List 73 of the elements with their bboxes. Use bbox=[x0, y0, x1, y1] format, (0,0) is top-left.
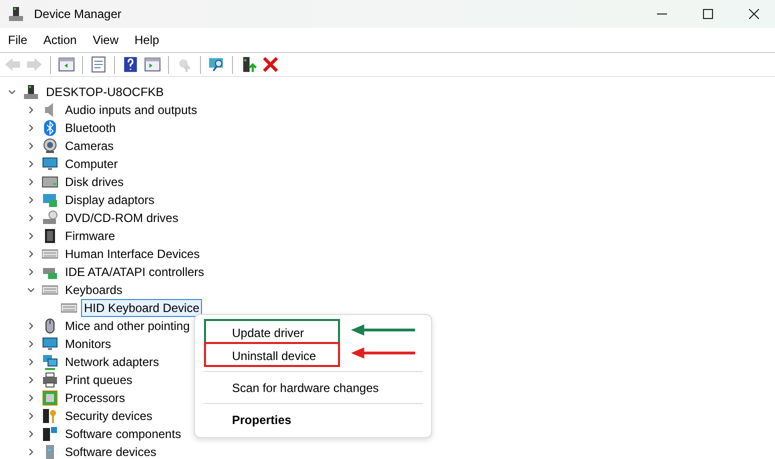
chevron-icon[interactable] bbox=[26, 267, 36, 277]
menu-item[interactable]: Scan for hardware changes bbox=[232, 380, 379, 394]
chevron-icon[interactable] bbox=[26, 177, 36, 187]
tree-item[interactable]: IDE ATA/ATAPI controllers bbox=[62, 263, 208, 281]
tree-item[interactable]: Software components bbox=[62, 425, 184, 443]
chevron-icon[interactable] bbox=[26, 195, 36, 205]
panel-icon[interactable] bbox=[144, 56, 161, 73]
menu-item[interactable]: View bbox=[84, 33, 126, 47]
drive-icon bbox=[42, 174, 58, 190]
tree-item[interactable]: Audio inputs and outputs bbox=[62, 101, 200, 119]
tree-item[interactable]: Processors bbox=[62, 389, 128, 407]
chevron-icon[interactable] bbox=[26, 375, 36, 385]
tree-item[interactable]: DVD/CD-ROM drives bbox=[62, 209, 182, 227]
tree-item[interactable]: Display adaptors bbox=[62, 191, 158, 209]
chevron-icon[interactable] bbox=[26, 339, 36, 349]
key-icon bbox=[42, 408, 58, 424]
panel-icon[interactable] bbox=[58, 56, 75, 73]
camera-icon bbox=[42, 138, 58, 154]
chevron-icon[interactable] bbox=[26, 231, 36, 241]
chip-icon bbox=[42, 228, 58, 244]
monitor-search-icon[interactable] bbox=[208, 56, 225, 73]
chevron-icon[interactable] bbox=[26, 141, 36, 151]
chevron-icon[interactable] bbox=[7, 87, 17, 97]
menu-item[interactable]: File bbox=[0, 33, 36, 47]
app-icon bbox=[8, 6, 24, 22]
tree-item[interactable]: Monitors bbox=[62, 335, 114, 353]
bluetooth-icon bbox=[42, 120, 58, 136]
window-title: Device Manager bbox=[34, 7, 122, 21]
tree-item[interactable]: Network adapters bbox=[62, 353, 162, 371]
tree-item[interactable]: HID Keyboard Device bbox=[81, 299, 202, 317]
chevron-icon[interactable] bbox=[26, 393, 36, 403]
update-driver-icon[interactable] bbox=[240, 56, 257, 73]
chevron-icon[interactable] bbox=[26, 123, 36, 133]
maximize-icon[interactable] bbox=[703, 9, 713, 19]
tree-item[interactable]: Print queues bbox=[62, 371, 136, 389]
delete-icon[interactable] bbox=[262, 56, 279, 73]
chevron-icon[interactable] bbox=[26, 159, 36, 169]
close-icon[interactable] bbox=[749, 9, 759, 19]
tree-item[interactable]: Keyboards bbox=[62, 281, 126, 299]
help-icon[interactable] bbox=[122, 56, 139, 73]
chevron-icon[interactable] bbox=[26, 105, 36, 115]
monitor-icon bbox=[42, 156, 58, 172]
chevron-icon[interactable] bbox=[26, 321, 36, 331]
chevron-icon[interactable] bbox=[26, 447, 36, 457]
printer-icon bbox=[42, 372, 58, 388]
display-card-icon bbox=[42, 192, 58, 208]
tree-item[interactable]: Bluetooth bbox=[62, 119, 119, 137]
menu-item[interactable]: Update driver bbox=[232, 326, 304, 340]
tree-item[interactable]: Human Interface Devices bbox=[62, 245, 203, 263]
chevron-icon[interactable] bbox=[26, 411, 36, 421]
tree-item[interactable]: Mice and other pointing bbox=[62, 317, 193, 335]
tree-item[interactable]: Security devices bbox=[62, 407, 156, 425]
tree-item[interactable]: Software devices bbox=[62, 443, 160, 459]
chevron-icon[interactable] bbox=[26, 213, 36, 223]
menu-item[interactable]: Help bbox=[126, 33, 168, 47]
menu-item[interactable]: Action bbox=[35, 33, 85, 47]
disc-drive-icon bbox=[42, 210, 58, 226]
menu-item[interactable]: Properties bbox=[232, 412, 292, 426]
chevron-icon[interactable] bbox=[26, 429, 36, 439]
tree-item[interactable]: Firmware bbox=[62, 227, 118, 245]
chevron-icon[interactable] bbox=[26, 357, 36, 367]
chevron-icon[interactable] bbox=[26, 249, 36, 259]
chevron-icon[interactable] bbox=[26, 285, 36, 295]
processor-icon bbox=[42, 390, 58, 406]
menu-item[interactable]: Uninstall device bbox=[232, 348, 316, 362]
monitor-icon bbox=[42, 336, 58, 352]
tree-item[interactable]: Cameras bbox=[62, 137, 117, 155]
network-icon bbox=[42, 354, 58, 370]
properties-icon[interactable] bbox=[90, 56, 107, 73]
tree-item[interactable]: Computer bbox=[62, 155, 121, 173]
computer-icon bbox=[23, 84, 39, 100]
tree-item[interactable]: Disk drives bbox=[62, 173, 127, 191]
tree-item[interactable]: DESKTOP-U8OCFKB bbox=[43, 83, 167, 101]
